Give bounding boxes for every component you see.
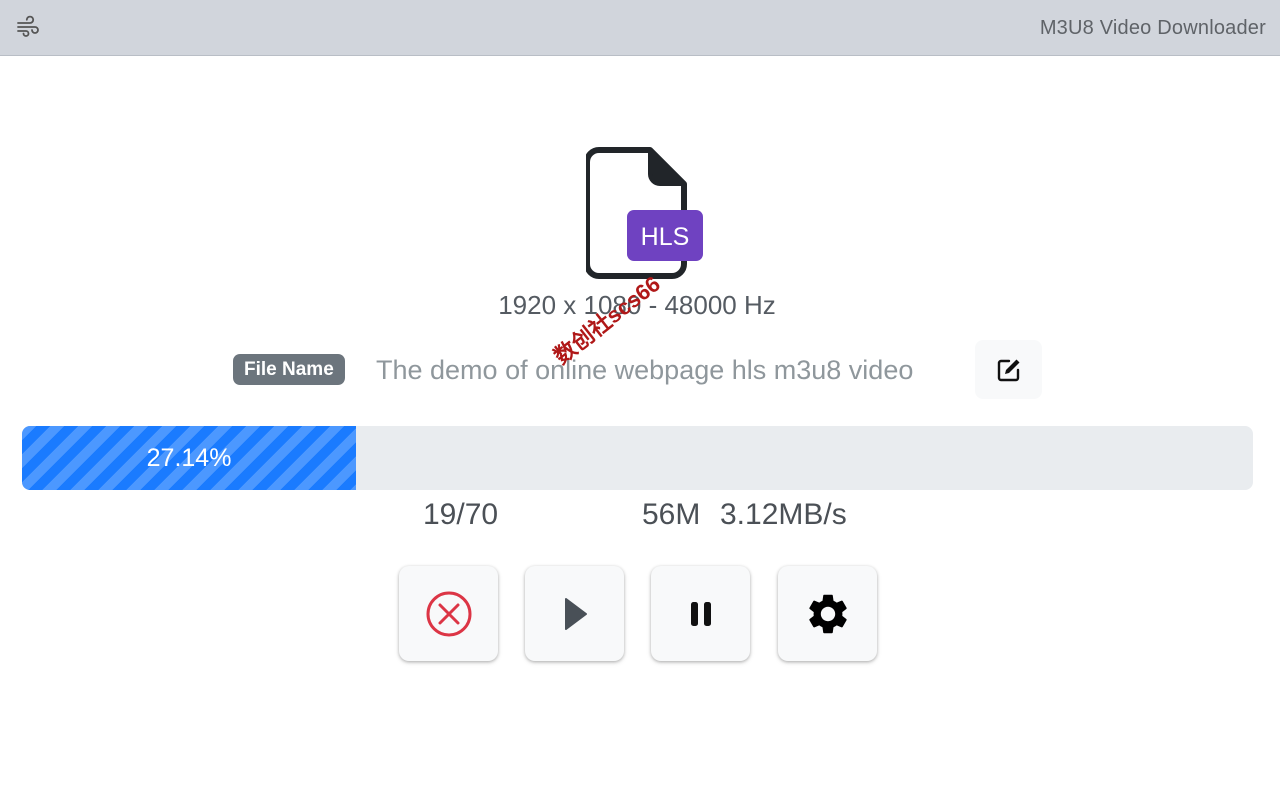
file-name-badge: File Name	[233, 354, 345, 385]
edit-name-button[interactable]	[975, 340, 1042, 399]
edit-icon	[997, 359, 1019, 381]
menu-button[interactable]	[12, 12, 44, 42]
segment-count: 19/70	[423, 498, 499, 531]
hls-label: HLS	[641, 223, 690, 251]
play-icon	[564, 597, 587, 630]
pause-button[interactable]	[651, 566, 750, 661]
progress-percent: 27.14%	[146, 443, 232, 472]
download-speed: 3.12MB/s	[720, 498, 847, 531]
settings-button[interactable]	[778, 566, 877, 661]
wind-icon	[17, 15, 39, 37]
gear-icon	[808, 594, 847, 633]
file-name-value[interactable]: The demo of online webpage hls m3u8 vide…	[376, 352, 956, 388]
progress-fill: 27.14%	[22, 426, 357, 490]
cancel-circle-icon	[426, 591, 471, 636]
hls-file-icon: HLS	[586, 147, 703, 279]
progress-bar: 27.14%	[22, 426, 1253, 490]
cancel-button[interactable]	[399, 566, 498, 661]
play-button[interactable]	[525, 566, 624, 661]
downloaded-size: 56M	[642, 498, 701, 531]
top-bar: M3U8 Video Downloader	[0, 0, 1280, 56]
app-title: M3U8 Video Downloader	[1039, 17, 1266, 39]
pause-icon	[690, 601, 711, 626]
